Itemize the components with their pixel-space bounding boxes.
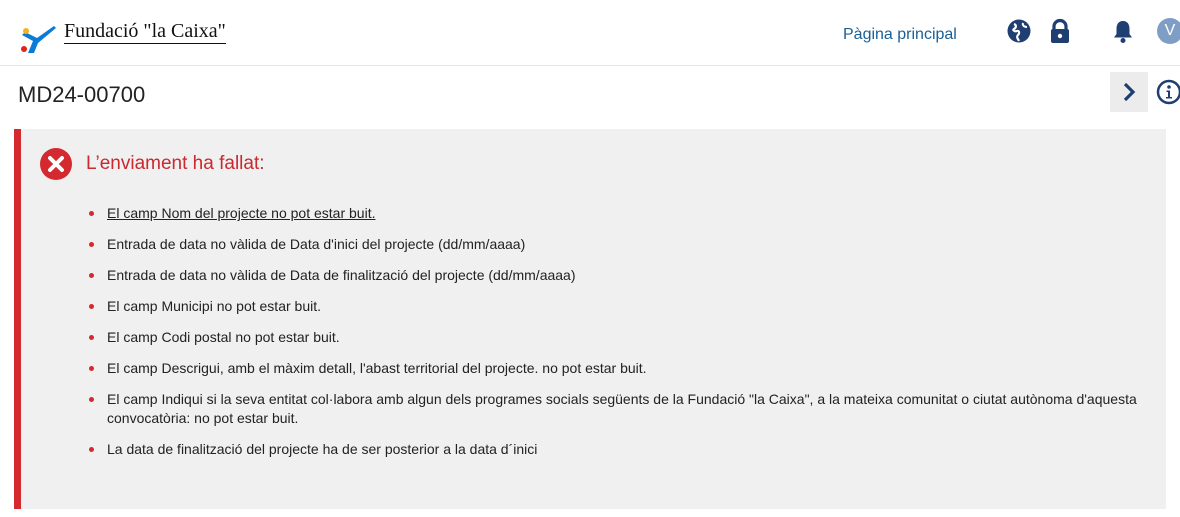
brand-name[interactable]: Fundació "la Caixa" bbox=[64, 21, 226, 44]
expand-panel-button[interactable] bbox=[1110, 72, 1148, 112]
bell-icon[interactable] bbox=[1110, 18, 1136, 44]
error-x-circle-icon bbox=[40, 148, 72, 180]
error-item: Entrada de data no vàlida de Data de fin… bbox=[89, 266, 1139, 285]
error-item: El camp Codi postal no pot estar buit. bbox=[89, 328, 1139, 347]
top-navigation-bar: Fundació "la Caixa" Pàgina principal V bbox=[0, 0, 1180, 66]
error-item: El camp Descrigui, amb el màxim detall, … bbox=[89, 359, 1139, 378]
title-bar: MD24-00700 bbox=[0, 66, 1180, 121]
alert-header: L’enviament ha fallat: bbox=[39, 147, 265, 181]
info-button[interactable] bbox=[1151, 74, 1180, 110]
error-item: La data de finalització del projecte ha … bbox=[89, 440, 1139, 459]
error-item-link[interactable]: El camp Nom del projecte no pot estar bu… bbox=[89, 204, 1139, 223]
lock-icon[interactable] bbox=[1047, 18, 1073, 44]
alert-title: L’enviament ha fallat: bbox=[86, 153, 265, 174]
home-link[interactable]: Pàgina principal bbox=[843, 26, 957, 44]
la-caixa-logo[interactable] bbox=[19, 22, 59, 54]
info-icon bbox=[1156, 79, 1180, 105]
user-avatar[interactable]: V bbox=[1157, 18, 1180, 44]
chevron-right-icon bbox=[1123, 82, 1136, 102]
page-title: MD24-00700 bbox=[18, 82, 146, 107]
error-item: Entrada de data no vàlida de Data d'inic… bbox=[89, 235, 1139, 254]
error-list: El camp Nom del projecte no pot estar bu… bbox=[89, 204, 1139, 471]
error-item: El camp Municipi no pot estar buit. bbox=[89, 297, 1139, 316]
globe-icon[interactable] bbox=[1006, 18, 1032, 44]
error-alert: L’enviament ha fallat: El camp Nom del p… bbox=[14, 129, 1166, 509]
error-item: El camp Indiqui si la seva entitat col·l… bbox=[89, 390, 1139, 428]
